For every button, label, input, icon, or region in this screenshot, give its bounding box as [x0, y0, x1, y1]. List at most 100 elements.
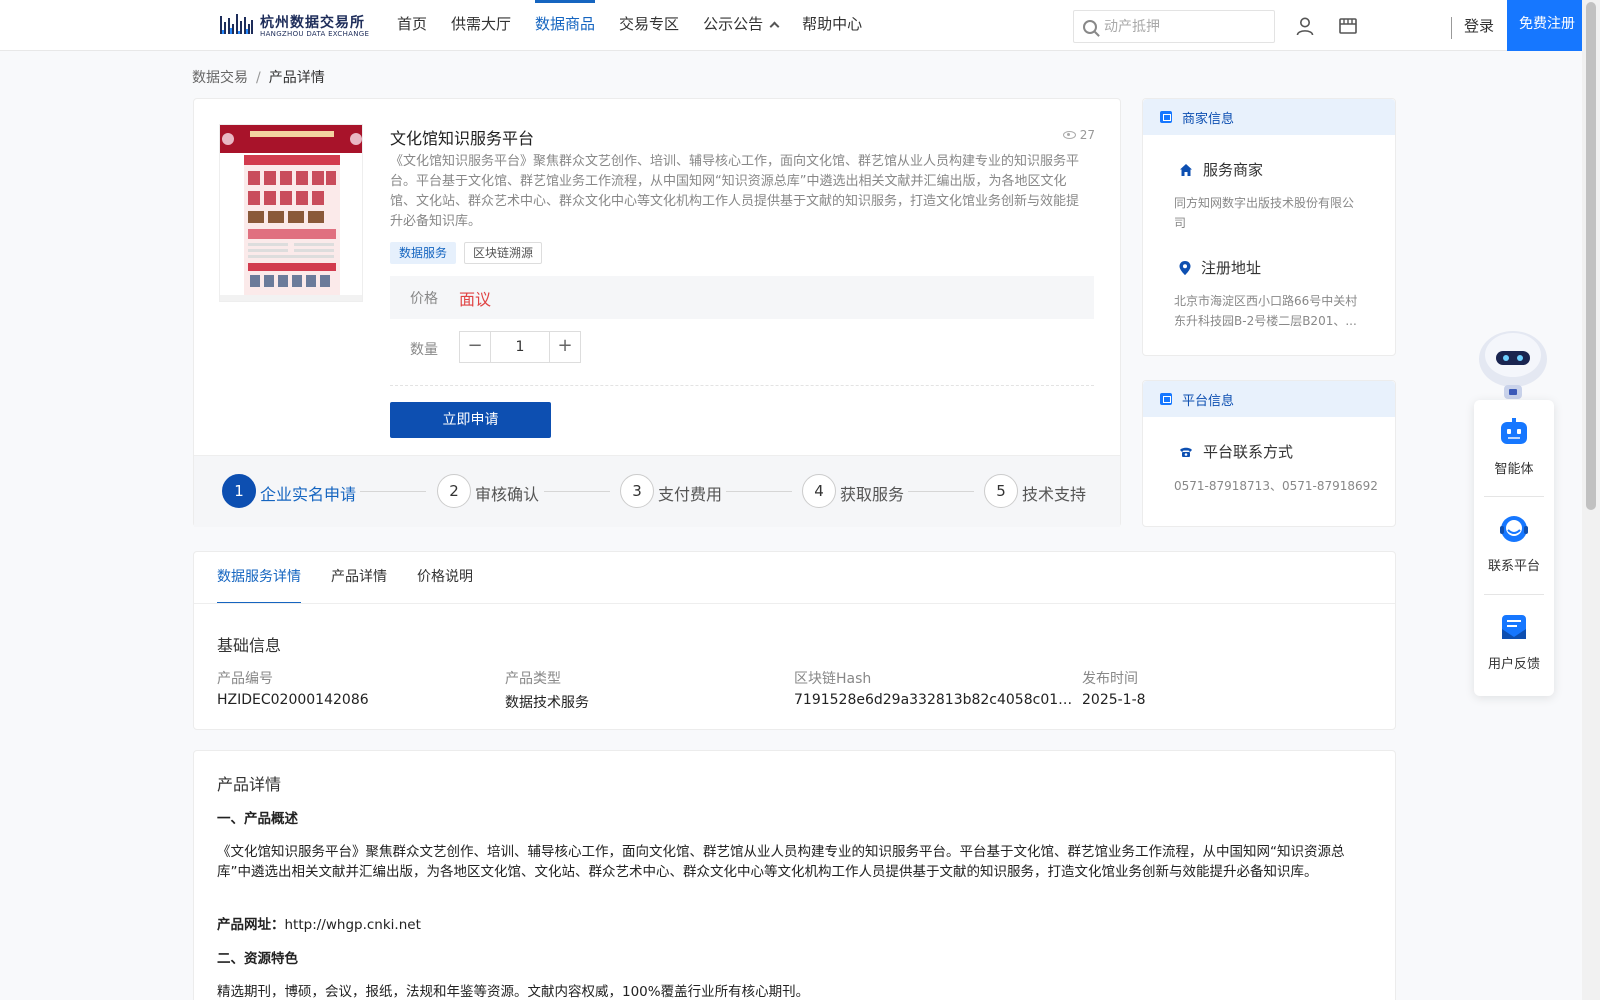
nav-help[interactable]: 帮助中心 [790, 0, 874, 50]
nav-data-products[interactable]: 数据商品 [523, 0, 607, 50]
field-product-id: 产品编号 HZIDEC02000142086 [217, 668, 497, 708]
view-count-value: 27 [1079, 128, 1095, 142]
robot-icon [1501, 418, 1527, 444]
logo-bars-icon [220, 14, 253, 34]
step-4-circle: 4 [802, 474, 836, 508]
tag-data-service: 数据服务 [390, 242, 457, 264]
service-detail-card: 数据服务详情 产品详情 价格说明 基础信息 产品编号 HZIDEC0200014… [193, 551, 1396, 730]
headset-icon [1500, 516, 1528, 542]
logo[interactable]: 杭州数据交易所 HANGZHOU DATA EXCHANGE [220, 10, 369, 40]
platform-info-card: 平台信息 平台联系方式 0571-87918713、0571-87918692 [1142, 380, 1396, 527]
process-steps: 1 企业实名申请 2 审核确认 3 支付费用 4 获取服务 5 技术支持 [194, 455, 1120, 527]
main-nav: 首页 供需大厅 数据商品 交易专区 公示公告 帮助中心 [385, 0, 874, 50]
product-card: 文化馆知识服务平台 27 《文化馆知识服务平台》聚焦群众文艺创作、培训、辅导核心… [193, 98, 1121, 527]
tab-product-detail[interactable]: 产品详情 [331, 552, 387, 604]
section-features-heading: 二、资源特色 [217, 951, 298, 967]
step-2-circle: 2 [437, 474, 471, 508]
product-url-label: 产品网址： [217, 917, 285, 933]
field-label: 产品类型 [505, 671, 561, 687]
apply-button[interactable]: 立即申请 [390, 402, 551, 438]
phone-icon [1180, 447, 1192, 457]
detail-tabs: 数据服务详情 产品详情 价格说明 [217, 552, 473, 604]
tab-divider [194, 603, 1395, 604]
address-heading: 注册地址 [1179, 257, 1261, 278]
tab-service-detail[interactable]: 数据服务详情 [217, 552, 301, 604]
field-label: 区块链Hash [794, 671, 872, 687]
product-url-link[interactable]: http://whgp.cnki.net [285, 917, 421, 933]
field-value: 2025-1-8 [1082, 692, 1146, 708]
step-connector [726, 491, 792, 492]
step-connector [908, 491, 974, 492]
field-blockchain-hash: 区块链Hash 7191528e6d29a332813b82c4058c01e9… [794, 668, 1074, 708]
product-description: 《文化馆知识服务平台》聚焦群众文艺创作、培训、辅导核心工作，面向文化馆、群艺馆从… [390, 154, 1080, 229]
merchant-info-title: 商家信息 [1182, 112, 1235, 127]
floating-service-panel: 智能体 联系平台 用户反馈 [1474, 400, 1554, 696]
field-value: HZIDEC02000142086 [217, 692, 369, 708]
step-connector [544, 491, 610, 492]
product-thumbnail[interactable] [219, 124, 363, 302]
contact-value: 0571-87918713、0571-87918692 [1174, 479, 1378, 493]
field-label: 发布时间 [1082, 671, 1138, 687]
features-paragraph: 精选期刊，博硕，会议，报纸，法规和年鉴等资源。文献内容权威，100%覆盖行业所有… [217, 984, 810, 1000]
eye-icon [1062, 131, 1076, 139]
price-label: 价格 [410, 291, 438, 307]
tab-price-info[interactable]: 价格说明 [417, 552, 473, 604]
step-5-circle: 5 [984, 474, 1018, 508]
robot-mascot-icon[interactable] [1474, 325, 1552, 401]
field-label: 产品编号 [217, 671, 273, 687]
home-icon [1180, 163, 1192, 176]
merchant-name-label: 服务商家 [1203, 161, 1264, 179]
price-value: 面议 [459, 290, 492, 309]
float-contact-button[interactable]: 联系平台 [1474, 497, 1554, 593]
breadcrumb-current: 产品详情 [268, 70, 325, 86]
float-feedback-label: 用户反馈 [1487, 657, 1540, 672]
step-3-circle: 3 [620, 474, 654, 508]
address-value: 北京市海淀区西小口路66号中关村东升科技园B-2号楼二层B201、... [1174, 294, 1358, 328]
page-scrollbar[interactable] [1582, 0, 1600, 1000]
field-publish-date: 发布时间 2025-1-8 [1082, 668, 1362, 708]
step-connector [360, 491, 426, 492]
quantity-stepper: − 1 + [459, 331, 581, 363]
contact-heading: 平台联系方式 [1179, 441, 1293, 462]
contact-label: 平台联系方式 [1203, 443, 1294, 461]
nav-announcements-label: 公示公告 [703, 15, 764, 33]
search-icon [1083, 20, 1097, 34]
quantity-value[interactable]: 1 [490, 332, 550, 362]
breadcrumb: 数据交易 / 产品详情 [192, 67, 325, 87]
step-1-circle: 1 [222, 474, 256, 508]
field-value: 数据技术服务 [505, 695, 589, 711]
float-contact-label: 联系平台 [1487, 559, 1540, 574]
step-5-label: 技术支持 [1022, 485, 1087, 504]
field-product-type: 产品类型 数据技术服务 [505, 668, 785, 712]
product-tags: 数据服务 区块链溯源 [390, 242, 543, 264]
float-feedback-button[interactable]: 用户反馈 [1474, 595, 1554, 691]
search-input[interactable] [1104, 11, 1269, 42]
feedback-mail-icon [1502, 615, 1526, 639]
nav-supply-demand[interactable]: 供需大厅 [439, 0, 523, 50]
product-url-line: 产品网址：http://whgp.cnki.net [217, 915, 1352, 935]
product-title: 文化馆知识服务平台 [390, 129, 535, 148]
step-3-label: 支付费用 [658, 485, 723, 504]
merchant-info-header: 商家信息 [1143, 99, 1395, 135]
nav-announcements[interactable]: 公示公告 [691, 0, 790, 50]
shop-icon[interactable] [1338, 16, 1358, 36]
product-screenshot-image [220, 125, 362, 301]
nav-home[interactable]: 首页 [385, 0, 439, 50]
register-button[interactable]: 免费注册 [1507, 0, 1587, 51]
float-agent-button[interactable]: 智能体 [1474, 400, 1554, 496]
nav-trade-zone[interactable]: 交易专区 [607, 0, 691, 50]
login-link[interactable]: 登录 [1464, 15, 1494, 36]
section-overview-heading: 一、产品概述 [217, 811, 298, 827]
scrollbar-thumb[interactable] [1586, 2, 1596, 510]
quantity-label: 数量 [410, 342, 438, 358]
price-row: 价格 面议 [390, 276, 1094, 319]
overview-paragraph: 《文化馆知识服务平台》聚焦群众文艺创作、培训、辅导核心工作，面向文化馆、群艺馆从… [217, 844, 1345, 880]
user-icon[interactable] [1295, 16, 1315, 36]
step-4-label: 获取服务 [840, 485, 905, 504]
tag-blockchain: 区块链溯源 [464, 242, 543, 264]
minus-button[interactable]: − [460, 332, 490, 362]
product-detail-title: 产品详情 [217, 775, 282, 794]
float-agent-label: 智能体 [1494, 462, 1534, 477]
plus-button[interactable]: + [550, 332, 580, 362]
breadcrumb-root[interactable]: 数据交易 [192, 70, 248, 86]
